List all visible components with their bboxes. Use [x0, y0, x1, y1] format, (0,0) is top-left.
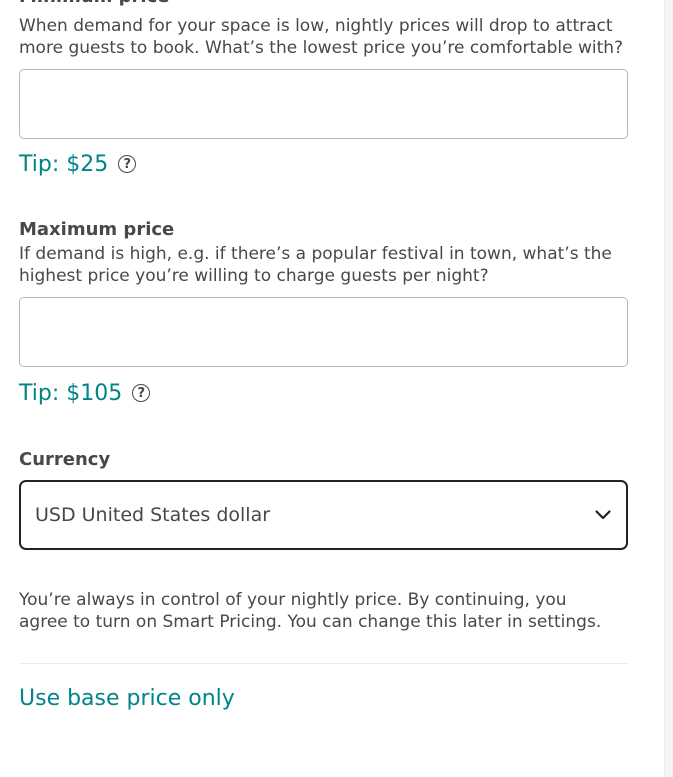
question-circle-icon[interactable]: ? — [132, 384, 151, 402]
chevron-down-icon — [594, 506, 612, 524]
maximum-price-tip: Tip: $105 ? — [19, 378, 151, 408]
use-base-price-link[interactable]: Use base price only — [19, 686, 235, 711]
currency-label: Currency — [19, 449, 111, 470]
maximum-price-description: If demand is high, e.g. if there’s a pop… — [19, 244, 612, 286]
right-scroll-rail — [664, 0, 673, 777]
maximum-price-section: Maximum price If demand is high, e.g. if… — [19, 219, 628, 406]
minimum-price-tip-text: Tip: $25 — [19, 151, 109, 177]
minimum-price-input[interactable] — [19, 69, 628, 139]
minimum-price-tip: Tip: $25 ? — [19, 149, 137, 179]
maximum-price-title: Maximum price — [19, 219, 175, 240]
currency-select[interactable]: USD United States dollar — [19, 480, 628, 550]
minimum-price-description: When demand for your space is low, night… — [19, 16, 624, 58]
question-circle-icon[interactable]: ? — [118, 155, 137, 173]
maximum-price-tip-text: Tip: $105 — [19, 380, 123, 406]
maximum-price-input[interactable] — [19, 297, 628, 367]
currency-selected-value: USD United States dollar — [35, 504, 271, 526]
currency-section: Currency USD United States dollar — [19, 449, 628, 550]
smart-pricing-note: You’re always in control of your nightly… — [19, 590, 602, 632]
minimum-price-title: Minimum price — [19, 0, 169, 8]
divider — [19, 663, 628, 664]
